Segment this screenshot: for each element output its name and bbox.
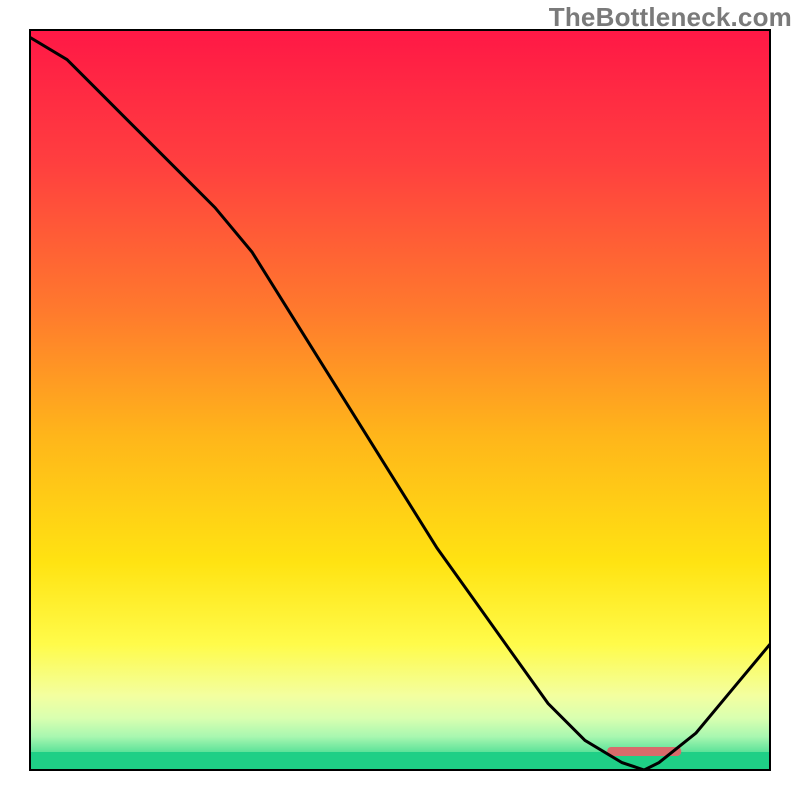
gradient-background (30, 30, 770, 770)
chart-stage: TheBottleneck.com (0, 0, 800, 800)
watermark-text: TheBottleneck.com (549, 2, 792, 33)
bottleneck-chart (0, 0, 800, 800)
